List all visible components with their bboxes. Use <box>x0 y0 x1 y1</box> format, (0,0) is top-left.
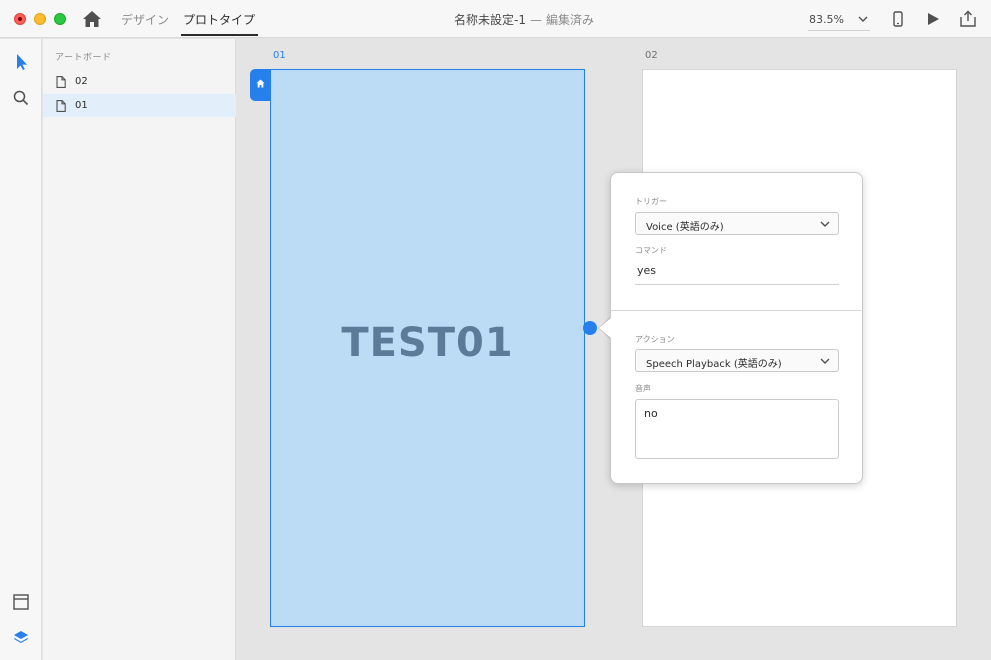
artboard-panel-icon[interactable] <box>11 592 31 612</box>
command-label: コマンド <box>635 246 667 255</box>
document-state: 編集済み <box>545 13 594 27</box>
title-bar: デザイン プロトタイプ 名称未設定-1— 編集済み 83.5% <box>0 0 991 38</box>
layers-icon[interactable] <box>11 628 31 648</box>
chevron-down-icon <box>858 16 868 22</box>
action-dropdown[interactable]: Speech Playback (英語のみ) <box>635 349 839 372</box>
artboard-label-02[interactable]: 02 <box>645 50 658 61</box>
trigger-value: Voice (英語のみ) <box>646 222 724 233</box>
trigger-dropdown[interactable]: Voice (英語のみ) <box>635 212 839 235</box>
interaction-popover: トリガー Voice (英語のみ) コマンド yes アクション Speech … <box>610 172 863 484</box>
interaction-connector-handle[interactable] <box>583 321 597 335</box>
layers-panel: アートボード 02 01 <box>43 39 236 660</box>
action-value: Speech Playback (英語のみ) <box>646 359 782 370</box>
layer-item-artboard-01[interactable]: 01 <box>43 94 236 117</box>
speech-label: 音声 <box>635 384 651 393</box>
share-icon[interactable] <box>958 10 978 28</box>
chevron-down-icon <box>820 221 830 227</box>
artboard-01-text: TEST01 <box>341 320 514 366</box>
document-icon <box>56 100 66 112</box>
speech-value: no <box>644 407 658 420</box>
select-arrow-icon[interactable] <box>11 52 31 72</box>
action-label: アクション <box>635 335 675 344</box>
tab-design[interactable]: デザイン <box>121 11 169 28</box>
document-title: 名称未設定-1— 編集済み <box>454 11 594 28</box>
layers-panel-title: アートボード <box>55 53 112 63</box>
close-window-button[interactable] <box>14 13 26 25</box>
tool-bar <box>0 39 42 660</box>
play-icon[interactable] <box>923 10 943 28</box>
trigger-label: トリガー <box>635 197 667 206</box>
popover-divider <box>611 310 862 311</box>
layer-item-label: 02 <box>75 76 88 87</box>
document-name: 名称未設定-1 <box>454 13 526 27</box>
home-icon[interactable] <box>82 10 102 28</box>
home-artboard-marker[interactable] <box>250 69 271 101</box>
zoom-window-button[interactable] <box>54 13 66 25</box>
device-preview-icon[interactable] <box>888 10 908 28</box>
zoom-dropdown[interactable]: 83.5% <box>808 12 870 31</box>
artboard-label-01[interactable]: 01 <box>273 50 286 61</box>
layer-item-artboard-02[interactable]: 02 <box>43 70 236 93</box>
document-icon <box>56 76 66 88</box>
tab-prototype[interactable]: プロトタイプ <box>183 11 255 28</box>
artboard-01[interactable]: TEST01 <box>270 69 585 627</box>
layer-item-label: 01 <box>75 100 88 111</box>
home-icon <box>256 79 265 88</box>
title-separator: — <box>529 13 542 27</box>
chevron-down-icon <box>820 358 830 364</box>
zoom-value: 83.5% <box>809 13 844 26</box>
active-tab-indicator <box>181 34 258 36</box>
app-window: デザイン プロトタイプ 名称未設定-1— 編集済み 83.5% アートボード 0… <box>0 0 991 660</box>
search-icon[interactable] <box>11 88 31 108</box>
speech-textarea[interactable]: no <box>635 399 839 459</box>
command-value: yes <box>637 264 657 277</box>
popover-arrow <box>599 318 611 338</box>
minimize-window-button[interactable] <box>34 13 46 25</box>
command-input[interactable]: yes <box>635 259 839 285</box>
